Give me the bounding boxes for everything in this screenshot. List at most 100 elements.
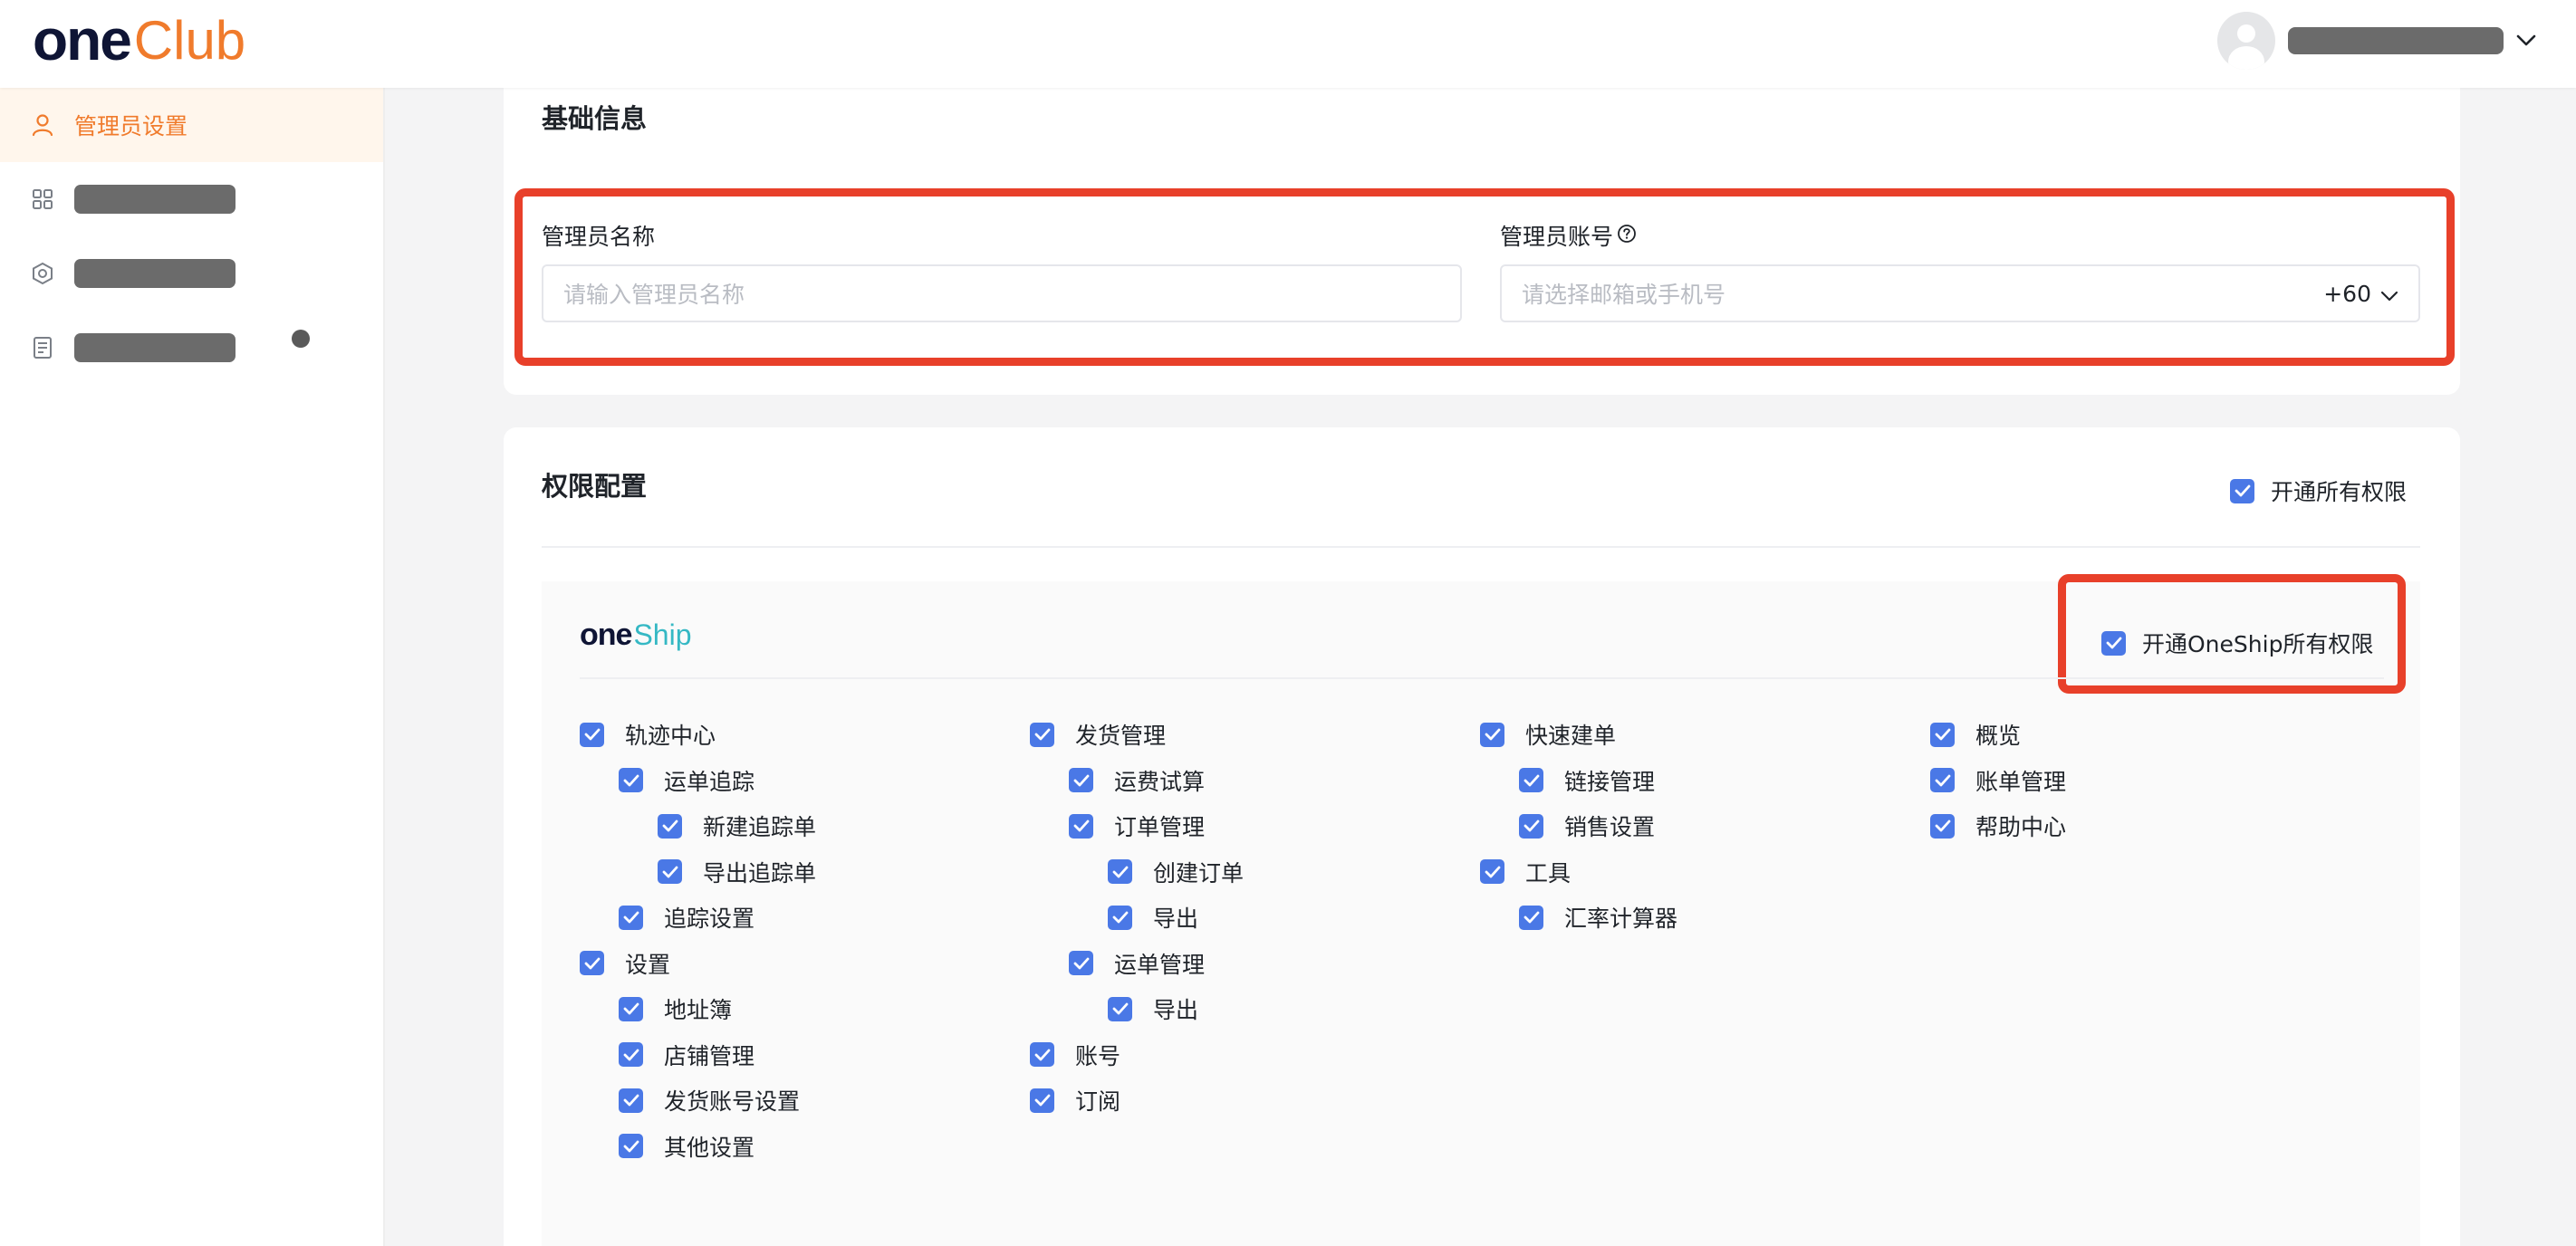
permission-label: 快速建单	[1525, 723, 1617, 749]
permission-checkbox[interactable]: 订阅	[1030, 1084, 1120, 1117]
checkbox-checked-icon	[1069, 951, 1093, 975]
checkbox-checked-icon	[2101, 630, 2126, 656]
permission-label: 追踪设置	[664, 906, 755, 932]
checkbox-checked-icon	[619, 1134, 643, 1158]
permission-label: 账单管理	[1975, 768, 2067, 795]
checkbox-checked-icon	[619, 905, 643, 930]
checkbox-checked-icon	[1069, 813, 1093, 839]
user-menu[interactable]	[2217, 11, 2536, 71]
permission-checkbox[interactable]: 地址簿	[619, 992, 732, 1025]
admin-account-placeholder: 请选择邮箱或手机号	[1522, 282, 1726, 308]
checkbox-checked-icon	[1930, 813, 1955, 839]
help-circle-icon[interactable]	[1617, 223, 1637, 249]
divider	[542, 546, 2420, 548]
permission-checkbox[interactable]: 导出追踪单	[658, 856, 816, 888]
checkbox-checked-icon	[1108, 859, 1132, 884]
sidebar-item-label: 管理员设置	[74, 113, 188, 139]
basic-info-card	[504, 63, 2460, 395]
admin-account-label: 管理员账号	[1500, 219, 1637, 252]
permission-checkbox[interactable]: 设置	[580, 947, 670, 980]
permission-checkbox[interactable]: 店铺管理	[619, 1039, 755, 1071]
oneship-all-permissions-checkbox[interactable]: 开通OneShip所有权限	[2101, 627, 2373, 659]
sidebar-item-label-redacted	[74, 259, 235, 288]
permission-checkbox[interactable]: 订单管理	[1069, 810, 1205, 842]
permission-checkbox[interactable]: 运费试算	[1069, 764, 1205, 797]
permission-label: 订单管理	[1114, 814, 1206, 840]
status-dot	[292, 330, 310, 348]
basic-info-title: 基础信息	[542, 103, 648, 134]
avatar[interactable]	[2217, 12, 2275, 70]
permission-label: 轨迹中心	[625, 723, 716, 749]
permission-checkbox[interactable]: 链接管理	[1519, 764, 1655, 797]
checkbox-checked-icon	[1108, 996, 1132, 1021]
permission-checkbox[interactable]: 帮助中心	[1930, 810, 2066, 842]
checkbox-checked-icon	[619, 1042, 643, 1067]
oneship-permission-panel	[542, 581, 2420, 1246]
permission-label: 店铺管理	[664, 1042, 755, 1069]
checkbox-checked-icon	[580, 951, 604, 975]
admin-name-input[interactable]: 请输入管理员名称	[542, 264, 1462, 322]
permission-checkbox[interactable]: 运单追踪	[619, 764, 755, 797]
permission-checkbox[interactable]: 发货管理	[1030, 718, 1166, 751]
permission-checkbox[interactable]: 导出	[1108, 992, 1198, 1025]
permission-label: 设置	[625, 951, 671, 978]
sidebar-item-label-redacted	[74, 333, 235, 362]
permission-label: 发货账号设置	[664, 1088, 801, 1115]
permission-checkbox[interactable]: 快速建单	[1480, 718, 1616, 751]
oneclub-logo[interactable]: one Club	[33, 7, 245, 72]
admin-account-input[interactable]: 请选择邮箱或手机号 +60	[1500, 264, 2420, 322]
settings-hex-icon	[31, 262, 54, 285]
permission-checkbox[interactable]: 创建订单	[1108, 856, 1244, 888]
permission-label: 创建订单	[1153, 859, 1245, 887]
checkbox-checked-icon	[1519, 813, 1543, 839]
permission-checkbox[interactable]: 新建追踪单	[658, 810, 816, 842]
permission-label: 概览	[1975, 723, 2022, 749]
permission-checkbox[interactable]: 追踪设置	[619, 901, 755, 934]
sidebar-item-admin-settings[interactable]: 管理员设置	[0, 88, 383, 162]
permission-checkbox[interactable]: 其他设置	[619, 1130, 755, 1163]
user-name-redacted	[2288, 27, 2504, 54]
admin-name-label-text: 管理员名称	[542, 224, 656, 250]
permission-checkbox[interactable]: 轨迹中心	[580, 718, 716, 751]
permission-checkbox[interactable]: 汇率计算器	[1519, 901, 1677, 934]
divider	[580, 677, 2384, 679]
checkbox-checked-icon	[1030, 722, 1054, 747]
permission-checkbox[interactable]: 账单管理	[1930, 764, 2066, 797]
permission-checkbox[interactable]: 账号	[1030, 1039, 1120, 1071]
oneship-all-permissions-label: 开通OneShip所有权限	[2142, 631, 2374, 657]
permission-label: 汇率计算器	[1564, 906, 1678, 932]
permission-checkbox[interactable]: 运单管理	[1069, 947, 1205, 980]
permission-checkbox[interactable]: 发货账号设置	[619, 1084, 800, 1117]
permission-label: 运单追踪	[664, 768, 755, 795]
checkbox-checked-icon	[658, 859, 682, 884]
oneship-logo-one: one	[580, 618, 632, 652]
admin-name-placeholder: 请输入管理员名称	[563, 282, 745, 308]
permission-checkbox[interactable]: 销售设置	[1519, 810, 1655, 842]
sidebar: 管理员设置	[0, 88, 385, 1246]
checkbox-checked-icon	[1519, 905, 1543, 930]
sidebar-item-3[interactable]	[0, 236, 383, 311]
checkbox-checked-icon	[1108, 905, 1132, 930]
sidebar-item-4[interactable]	[0, 311, 383, 385]
permission-checkbox[interactable]: 概览	[1930, 718, 2021, 751]
permission-label: 导出追踪单	[703, 859, 817, 887]
all-permissions-checkbox[interactable]: 开通所有权限	[2230, 474, 2407, 507]
checkbox-checked-icon	[619, 768, 643, 792]
permission-checkbox[interactable]: 工具	[1480, 856, 1571, 888]
oneship-logo: one Ship	[580, 618, 692, 653]
sidebar-item-2[interactable]	[0, 162, 383, 236]
checkbox-checked-icon	[619, 1088, 643, 1113]
checkbox-checked-icon	[1069, 768, 1093, 792]
permission-label: 运费试算	[1114, 768, 1206, 795]
permission-label: 销售设置	[1564, 814, 1656, 840]
phone-code-value: +60	[2323, 280, 2371, 307]
chevron-down-icon	[2380, 281, 2398, 307]
checkbox-checked-icon	[1930, 722, 1955, 747]
permission-label: 运单管理	[1114, 951, 1206, 978]
logo-one-text: one	[33, 7, 132, 72]
permission-label: 帮助中心	[1975, 814, 2067, 840]
user-icon	[31, 113, 54, 137]
permission-checkbox[interactable]: 导出	[1108, 901, 1198, 934]
phone-code-select[interactable]: +60	[2323, 266, 2398, 321]
chevron-down-icon[interactable]	[2516, 31, 2536, 51]
